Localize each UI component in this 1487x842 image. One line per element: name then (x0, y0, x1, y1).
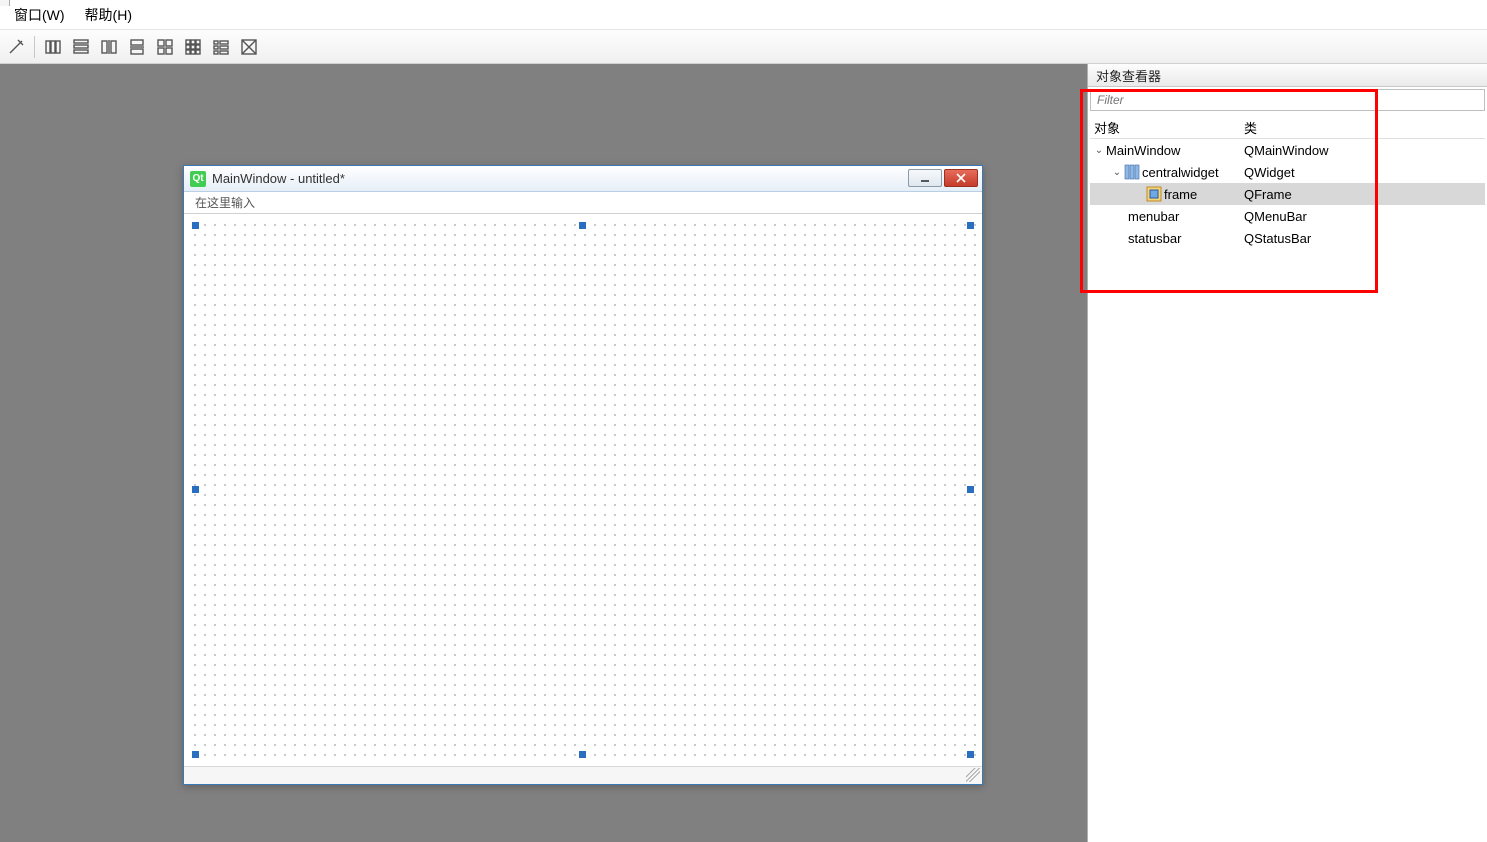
designer-statusbar (184, 766, 982, 784)
edit-widgets-button[interactable] (4, 35, 28, 59)
tree-row-mainwindow[interactable]: ⌄ MainWindow QMainWindow (1090, 139, 1485, 161)
tree-node-name: frame (1164, 187, 1197, 202)
workarea: Qt MainWindow - untitled* 在这里输入 (0, 64, 1487, 842)
layout-icon (1124, 164, 1140, 180)
object-tree[interactable]: ⌄ MainWindow QMainWindow ⌄ centralwidget… (1090, 139, 1485, 249)
tree-row-frame[interactable]: frame QFrame (1090, 183, 1485, 205)
designer-window[interactable]: Qt MainWindow - untitled* 在这里输入 (183, 165, 983, 785)
selection-handle-bc[interactable] (579, 751, 586, 758)
size-grip-icon[interactable] (966, 768, 980, 782)
selection-handle-br[interactable] (967, 751, 974, 758)
minimize-button[interactable] (908, 169, 942, 187)
form-dotgrid (190, 220, 976, 760)
selection-handle-mr[interactable] (967, 486, 974, 493)
designer-body[interactable] (184, 214, 982, 766)
tree-row-statusbar[interactable]: statusbar QStatusBar (1090, 227, 1485, 249)
expand-arrow-icon[interactable]: ⌄ (1110, 165, 1124, 179)
object-inspector-panel: 对象查看器 对象 类 ⌄ MainWindow QMainWindow (1087, 64, 1487, 842)
menu-help[interactable]: 帮助(H) (75, 1, 142, 29)
tree-node-class: QFrame (1244, 187, 1292, 202)
window-buttons (908, 169, 978, 187)
tree-header-class[interactable]: 类 (1240, 117, 1485, 138)
designer-menubar-placeholder[interactable]: 在这里输入 (190, 192, 260, 213)
tree-node-name: menubar (1128, 209, 1179, 224)
selection-handle-tr[interactable] (967, 222, 974, 229)
tree-node-class: QMenuBar (1244, 209, 1307, 224)
designer-menubar[interactable]: 在这里输入 (184, 192, 982, 214)
frame-icon (1146, 186, 1162, 202)
tree-node-name: statusbar (1128, 231, 1181, 246)
expand-arrow-icon[interactable]: ⌄ (1092, 143, 1106, 157)
close-button[interactable] (944, 169, 978, 187)
canvas-panel[interactable]: Qt MainWindow - untitled* 在这里输入 (0, 64, 1087, 842)
layout-grid-small-button[interactable] (181, 35, 205, 59)
tree-row-menubar[interactable]: menubar QMenuBar (1090, 205, 1485, 227)
selection-handle-bl[interactable] (192, 751, 199, 758)
layout-grid-button[interactable] (153, 35, 177, 59)
layout-hsplitter-button[interactable] (97, 35, 121, 59)
object-filter-input[interactable] (1090, 89, 1485, 111)
toolbar-divider (34, 36, 35, 58)
tree-header: 对象 类 (1090, 117, 1485, 139)
tree-node-class: QStatusBar (1244, 231, 1311, 246)
tree-row-centralwidget[interactable]: ⌄ centralwidget QWidget (1090, 161, 1485, 183)
toolbar-grip (0, 0, 10, 6)
designer-titlebar[interactable]: Qt MainWindow - untitled* (184, 166, 982, 192)
menu-window[interactable]: 窗口(W) (4, 1, 75, 29)
layout-vertical-button[interactable] (69, 35, 93, 59)
tree-node-class: QMainWindow (1244, 143, 1329, 158)
layout-form-button[interactable] (209, 35, 233, 59)
qt-logo-icon: Qt (190, 171, 206, 187)
selection-handle-tc[interactable] (579, 222, 586, 229)
app-menubar: 窗口(W) 帮助(H) (0, 0, 1487, 30)
selection-handle-tl[interactable] (192, 222, 199, 229)
app-toolbar (0, 30, 1487, 64)
tree-node-class: QWidget (1244, 165, 1295, 180)
designer-title: MainWindow - untitled* (212, 171, 345, 186)
tree-header-object[interactable]: 对象 (1090, 117, 1240, 138)
selection-handle-ml[interactable] (192, 486, 199, 493)
layout-vsplitter-button[interactable] (125, 35, 149, 59)
object-inspector-body: 对象 类 ⌄ MainWindow QMainWindow ⌄ (1088, 87, 1487, 842)
layout-horizontal-button[interactable] (41, 35, 65, 59)
tree-node-name: centralwidget (1142, 165, 1219, 180)
tree-node-name: MainWindow (1106, 143, 1180, 158)
object-inspector-title: 对象查看器 (1088, 64, 1487, 87)
break-layout-button[interactable] (237, 35, 261, 59)
